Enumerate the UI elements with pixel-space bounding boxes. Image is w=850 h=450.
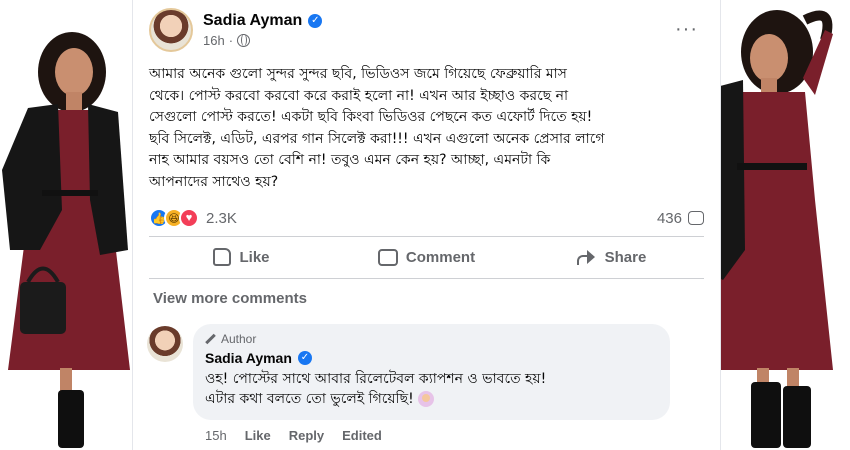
comment-reply-button[interactable]: Reply <box>289 428 324 443</box>
comment-author-name[interactable]: Sadia Ayman <box>205 350 292 366</box>
post-time[interactable]: 16h <box>203 33 225 48</box>
author-name[interactable]: Sadia Ayman <box>203 12 302 30</box>
thumbs-up-icon <box>213 248 232 266</box>
comment-count-icon <box>688 211 704 225</box>
globe-icon <box>237 34 251 47</box>
comment-label: Comment <box>405 248 476 266</box>
comment-text-body: ওহ! পোস্টের সাথে আবার রিলেটেবল ক্যাপশন ও… <box>205 371 547 407</box>
pen-icon <box>205 334 216 345</box>
comment-author-row: Sadia Ayman ✓ <box>205 350 658 366</box>
author-row: Sadia Ayman ✓ <box>203 12 323 30</box>
comment-time[interactable]: 15h <box>205 428 227 443</box>
share-arrow-icon <box>576 249 597 265</box>
post-meta: 16h · <box>203 33 322 48</box>
comment-like-button[interactable]: Like <box>245 428 271 443</box>
divider-top <box>149 236 704 237</box>
comment-verified-badge-icon: ✓ <box>297 351 312 365</box>
comment-bubble: Author Sadia Ayman ✓ ওহ! পোস্টের সাথে আব… <box>193 324 670 420</box>
like-label: Like <box>239 248 270 266</box>
divider-bottom <box>149 278 704 279</box>
left-photo <box>0 0 135 450</box>
like-button[interactable]: Like <box>149 241 334 273</box>
more-options-icon[interactable]: ··· <box>675 18 698 41</box>
share-label: Share <box>604 248 647 266</box>
post-text: আমার অনেক গুলো সুন্দর সুন্দর ছবি, ভিডিওস… <box>149 66 605 190</box>
comment-icon <box>377 248 398 266</box>
reaction-count[interactable]: 2.3K <box>206 210 237 227</box>
verified-badge-icon: ✓ <box>308 14 323 28</box>
view-more-comments-link[interactable]: View more comments <box>153 290 307 307</box>
comment-text: ওহ! পোস্টের সাথে আবার রিলেটেবল ক্যাপশন ও… <box>205 369 658 409</box>
comment-button[interactable]: Comment <box>334 241 519 273</box>
reactions-row: 👍 😆 ♥ 2.3K 436 <box>149 206 704 230</box>
author-badge: Author <box>205 332 658 346</box>
comment-author-avatar[interactable] <box>147 326 183 362</box>
comment-edited-label[interactable]: Edited <box>342 428 382 443</box>
post-header-text: Sadia Ayman ✓ 16h · <box>203 12 323 48</box>
woman-emoji-icon <box>417 391 434 407</box>
share-button[interactable]: Share <box>519 241 704 273</box>
comment-count[interactable]: 436 <box>657 210 704 227</box>
post-header: Sadia Ayman ✓ 16h · <box>149 8 323 52</box>
author-avatar[interactable] <box>149 8 193 52</box>
author-badge-label: Author <box>221 332 257 346</box>
comment-count-value: 436 <box>656 209 682 227</box>
meta-separator-dot: · <box>228 33 234 48</box>
comment-meta: 15h Like Reply Edited <box>205 428 382 443</box>
post-actions: Like Comment Share <box>149 241 704 273</box>
love-reaction-icon: ♥ <box>179 208 199 228</box>
post-card: Sadia Ayman ✓ 16h · ··· আমার অনেক গুলো স… <box>133 0 720 450</box>
reaction-icons[interactable]: 👍 😆 ♥ <box>149 208 199 228</box>
